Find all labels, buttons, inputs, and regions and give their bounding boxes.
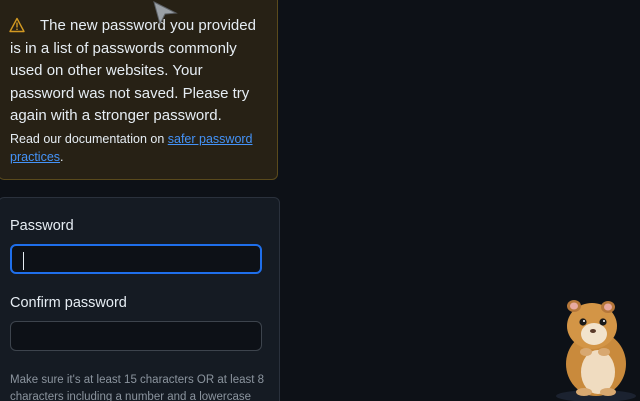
password-label: Password (10, 218, 74, 234)
password-warning-flash: The new password you provided is in a li… (0, 0, 278, 180)
confirm-password-label: Confirm password (10, 295, 127, 311)
password-requirements-hint: Make sure it's at least 15 characters OR… (10, 374, 265, 401)
mouse-pointer-icon (153, 1, 178, 26)
documentation-suffix: . (60, 150, 64, 164)
password-form: Password Confirm password Make sure it's… (0, 197, 280, 401)
documentation-prefix: Read our documentation on (10, 132, 168, 146)
password-input[interactable] (10, 244, 262, 274)
hamster-mascot-icon (556, 300, 636, 401)
text-caret (23, 252, 24, 270)
documentation-note: Read our documentation on safer password… (10, 130, 268, 166)
confirm-password-input[interactable] (10, 321, 262, 351)
warning-message: The new password you provided is in a li… (10, 17, 256, 124)
page: The new password you provided is in a li… (0, 0, 640, 401)
